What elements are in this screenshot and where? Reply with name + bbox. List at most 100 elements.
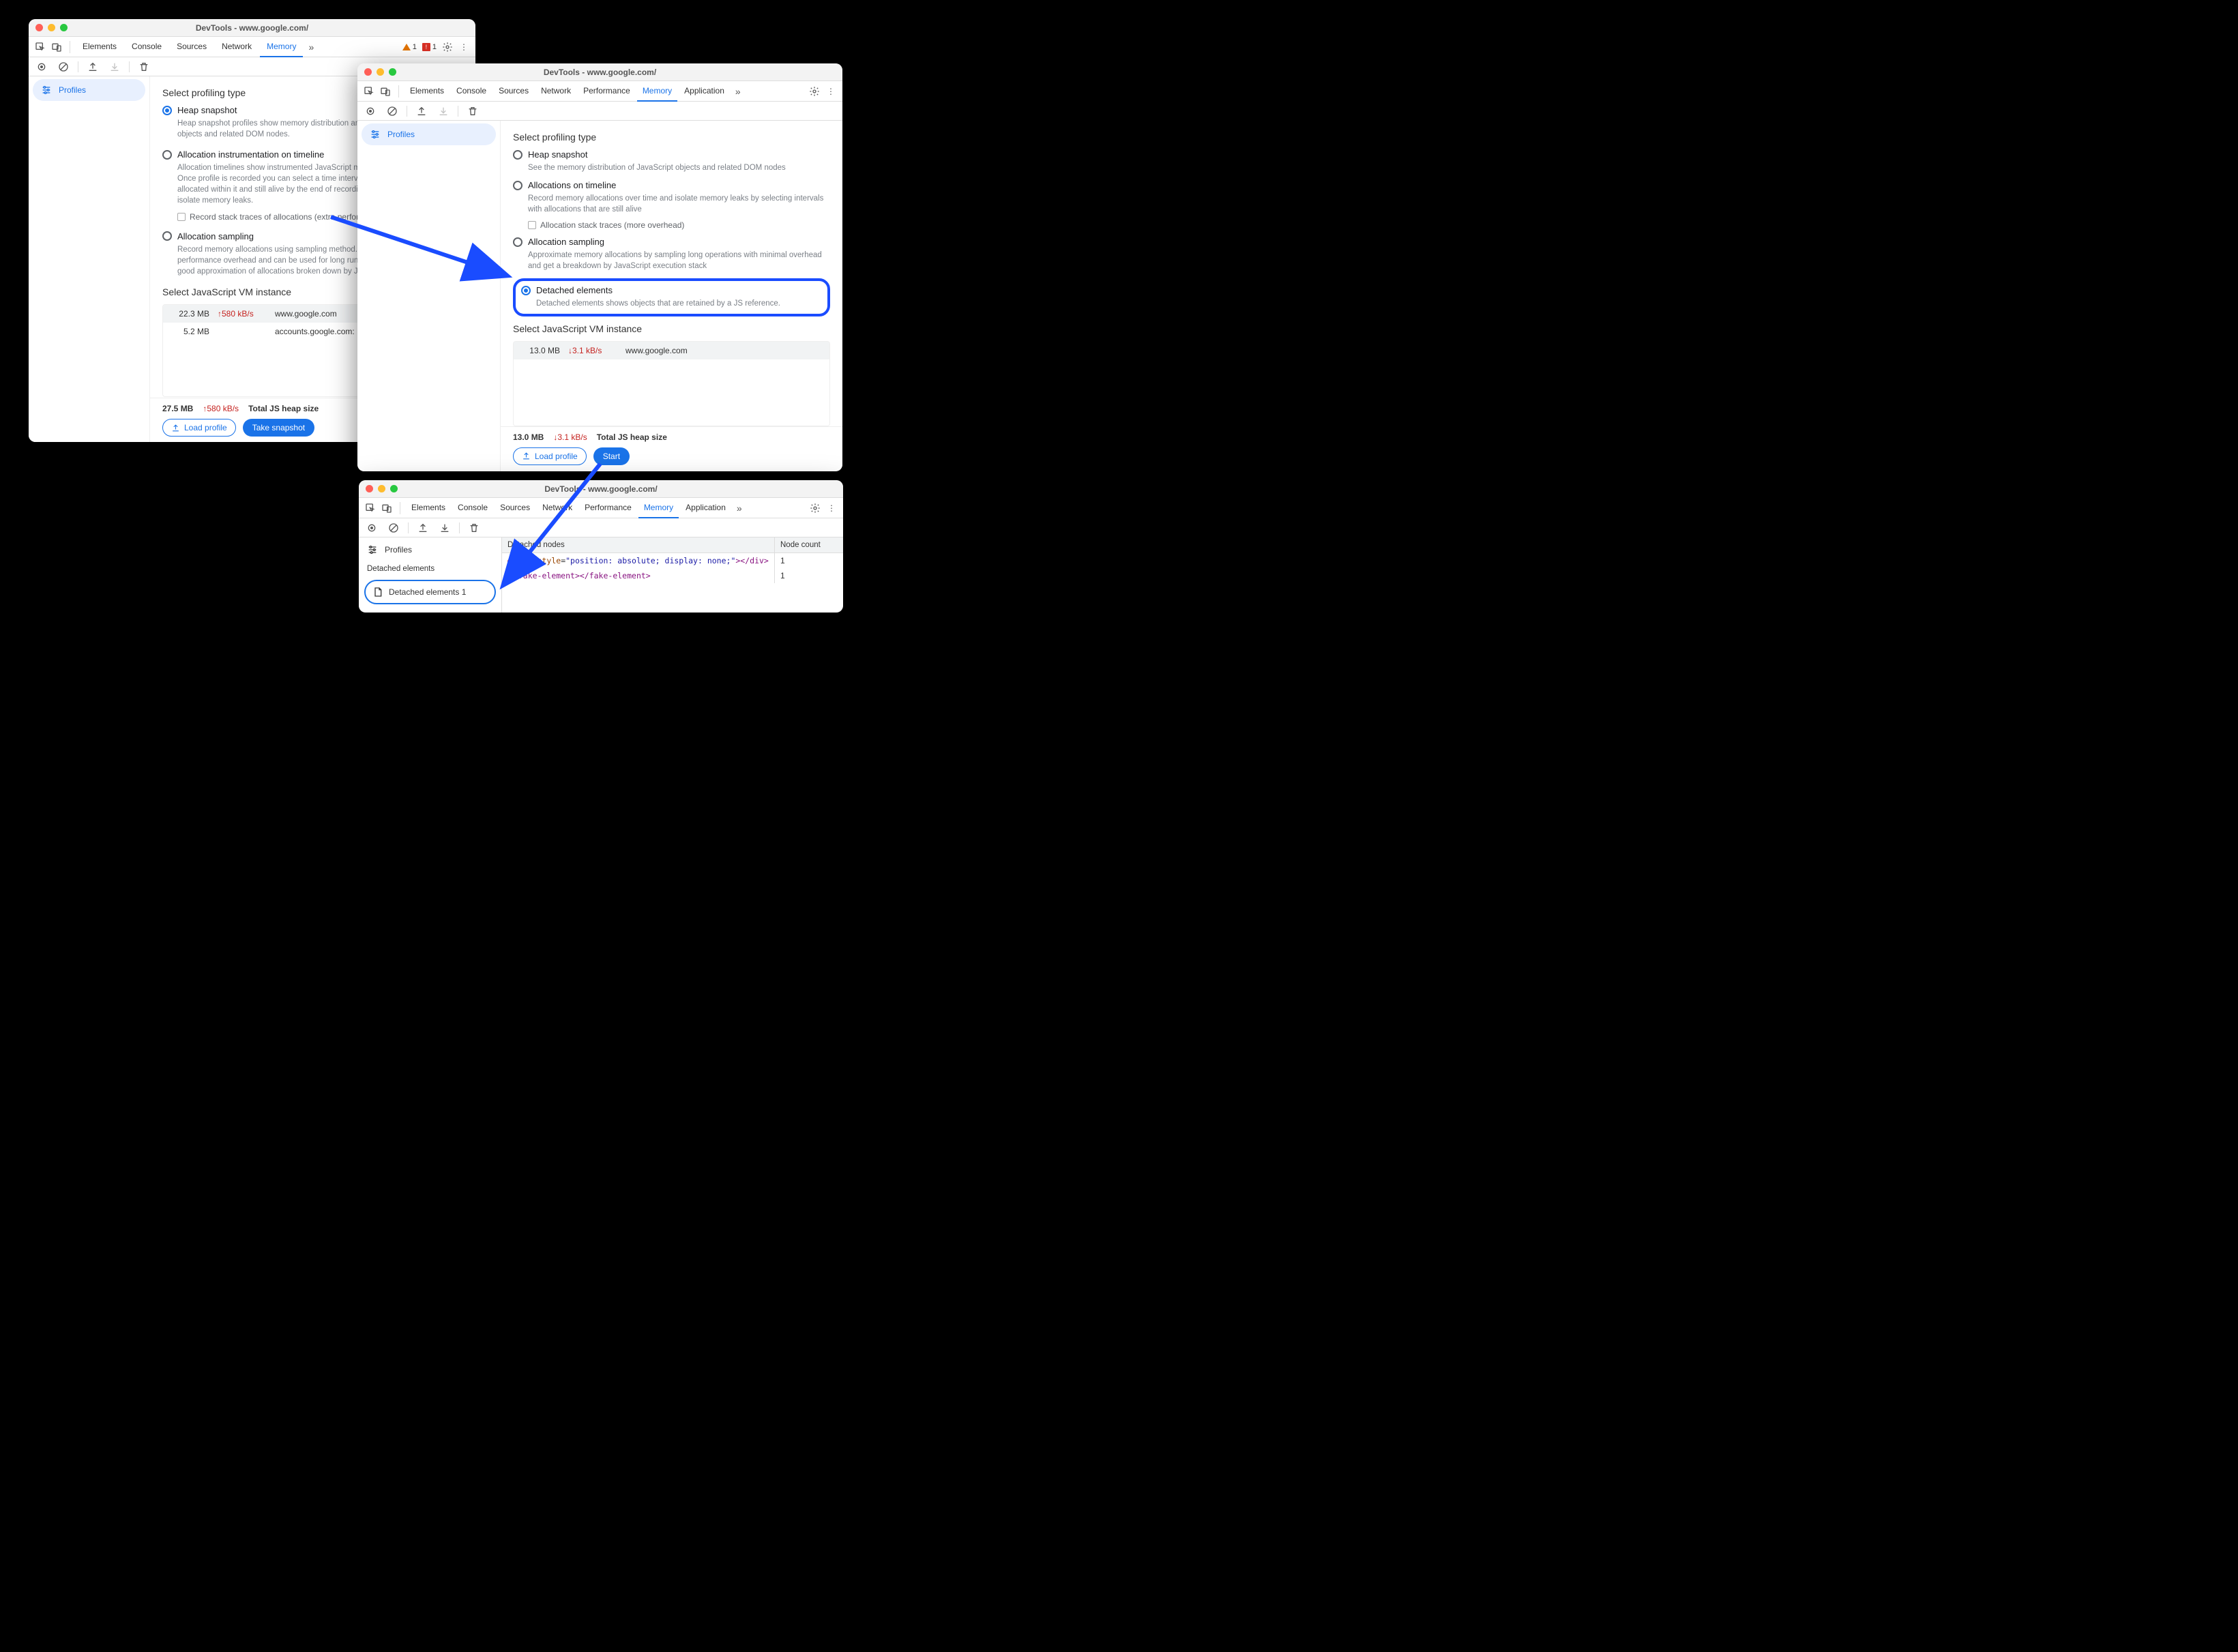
device-toggle-icon[interactable] — [378, 84, 393, 99]
trash-icon[interactable] — [136, 59, 151, 74]
option-heap-snapshot[interactable]: Heap snapshot See the memory distributio… — [513, 149, 830, 173]
tab-sources[interactable]: Sources — [170, 37, 214, 57]
sidebar-item-profiles[interactable]: Profiles — [359, 539, 501, 561]
tab-memory[interactable]: Memory — [260, 37, 303, 57]
profiling-type-heading: Select profiling type — [513, 132, 830, 143]
tab-console[interactable]: Console — [452, 498, 493, 518]
tab-console[interactable]: Console — [451, 81, 492, 102]
total-heap-label: Total JS heap size — [248, 404, 319, 413]
minimize-icon[interactable] — [48, 24, 55, 31]
clear-icon[interactable] — [56, 59, 71, 74]
gear-icon[interactable] — [808, 501, 823, 516]
clear-icon[interactable] — [386, 520, 401, 535]
option-allocation-sampling[interactable]: Allocation sampling Approximate memory a… — [513, 237, 830, 271]
traffic-lights — [364, 68, 396, 76]
close-icon[interactable] — [364, 68, 372, 76]
allocation-stack-traces-checkbox[interactable]: Allocation stack traces (more overhead) — [528, 220, 830, 230]
col-detached-nodes[interactable]: Detached nodes — [502, 537, 775, 552]
option-detached-elements-highlight: Detached elements Detached elements show… — [513, 278, 830, 316]
radio-icon — [162, 231, 172, 241]
minimize-icon[interactable] — [377, 68, 384, 76]
option-allocations-timeline[interactable]: Allocations on timeline Record memory al… — [513, 180, 830, 230]
memory-toolbar — [357, 102, 842, 121]
inspect-icon[interactable] — [363, 501, 378, 516]
sidebar-profiles-label: Profiles — [59, 85, 86, 95]
sidebar: Profiles Detached elements Detached elem… — [359, 537, 502, 613]
vm-row[interactable]: 13.0 MB ↓3.1 kB/s www.google.com — [514, 342, 829, 359]
memory-toolbar — [359, 518, 843, 537]
tab-console[interactable]: Console — [125, 37, 168, 57]
more-tabs-icon[interactable]: » — [304, 42, 318, 53]
kebab-icon[interactable]: ⋮ — [824, 501, 839, 516]
footer: 13.0 MB ↓3.1 kB/s Total JS heap size Loa… — [501, 426, 842, 471]
start-button[interactable]: Start — [593, 447, 630, 465]
tab-sources[interactable]: Sources — [495, 498, 535, 518]
gear-icon[interactable] — [807, 84, 822, 99]
zoom-icon[interactable] — [60, 24, 68, 31]
warnings-badge[interactable]: 1 — [402, 43, 417, 51]
tab-performance[interactable]: Performance — [579, 498, 637, 518]
record-icon[interactable] — [363, 104, 378, 119]
sidebar-item-profiles[interactable]: Profiles — [362, 123, 496, 145]
total-heap-size: 13.0 MB — [513, 432, 544, 442]
upload-icon[interactable] — [85, 59, 100, 74]
tab-network[interactable]: Network — [537, 498, 578, 518]
upload-icon[interactable] — [415, 520, 430, 535]
devtools-window-3: DevTools - www.google.com/ Elements Cons… — [359, 480, 843, 613]
download-icon[interactable] — [437, 520, 452, 535]
record-icon[interactable] — [34, 59, 49, 74]
upload-icon[interactable] — [414, 104, 429, 119]
minimize-icon[interactable] — [378, 485, 385, 492]
zoom-icon[interactable] — [389, 68, 396, 76]
detached-node-row[interactable]: ●<fake-element></fake-element> 1 — [502, 568, 843, 583]
trash-icon[interactable] — [465, 104, 480, 119]
inspect-icon[interactable] — [362, 84, 377, 99]
sidebar-item-detached-elements-1[interactable]: Detached elements 1 — [364, 580, 496, 604]
tab-elements[interactable]: Elements — [76, 37, 123, 57]
tab-sources[interactable]: Sources — [493, 81, 534, 102]
clear-icon[interactable] — [385, 104, 400, 119]
gear-icon[interactable] — [440, 40, 455, 55]
tab-memory[interactable]: Memory — [637, 81, 677, 102]
tab-network[interactable]: Network — [215, 37, 259, 57]
tab-network[interactable]: Network — [535, 81, 576, 102]
traffic-lights — [366, 485, 398, 492]
total-heap-label: Total JS heap size — [597, 432, 667, 442]
tab-memory[interactable]: Memory — [638, 498, 679, 518]
kebab-icon[interactable]: ⋮ — [456, 40, 471, 55]
take-snapshot-button[interactable]: Take snapshot — [243, 419, 314, 437]
download-icon — [436, 104, 451, 119]
errors-badge[interactable]: !1 — [422, 43, 437, 51]
detached-node-row[interactable]: ●<div style="position: absolute; display… — [502, 553, 843, 568]
trash-icon[interactable] — [467, 520, 482, 535]
kebab-icon[interactable]: ⋮ — [823, 84, 838, 99]
inspect-icon[interactable] — [33, 40, 48, 55]
sidebar-item-profiles[interactable]: Profiles — [33, 79, 145, 101]
results-panel: Detached nodes Node count ●<div style="p… — [502, 537, 843, 613]
load-profile-button[interactable]: Load profile — [162, 419, 236, 437]
tab-elements[interactable]: Elements — [406, 498, 451, 518]
load-profile-button[interactable]: Load profile — [513, 447, 587, 465]
close-icon[interactable] — [35, 24, 43, 31]
col-node-count[interactable]: Node count — [775, 537, 843, 552]
device-toggle-icon[interactable] — [49, 40, 64, 55]
radio-icon — [162, 150, 172, 160]
window-title: DevTools - www.google.com/ — [544, 68, 656, 77]
zoom-icon[interactable] — [390, 485, 398, 492]
option-detached-elements[interactable]: Detached elements Detached elements show… — [521, 285, 822, 309]
tab-performance[interactable]: Performance — [578, 81, 636, 102]
tabstrip: Elements Console Sources Network Perform… — [359, 498, 843, 518]
more-tabs-icon[interactable]: » — [733, 503, 746, 514]
more-tabs-icon[interactable]: » — [731, 86, 745, 97]
grid-header: Detached nodes Node count — [502, 537, 843, 553]
tab-elements[interactable]: Elements — [404, 81, 450, 102]
tab-application[interactable]: Application — [679, 81, 730, 102]
vm-instance-table: 13.0 MB ↓3.1 kB/s www.google.com — [513, 341, 830, 426]
radio-icon — [513, 237, 522, 247]
tab-application[interactable]: Application — [680, 498, 731, 518]
titlebar: DevTools - www.google.com/ — [359, 480, 843, 498]
record-icon[interactable] — [364, 520, 379, 535]
device-toggle-icon[interactable] — [379, 501, 394, 516]
close-icon[interactable] — [366, 485, 373, 492]
traffic-lights — [35, 24, 68, 31]
